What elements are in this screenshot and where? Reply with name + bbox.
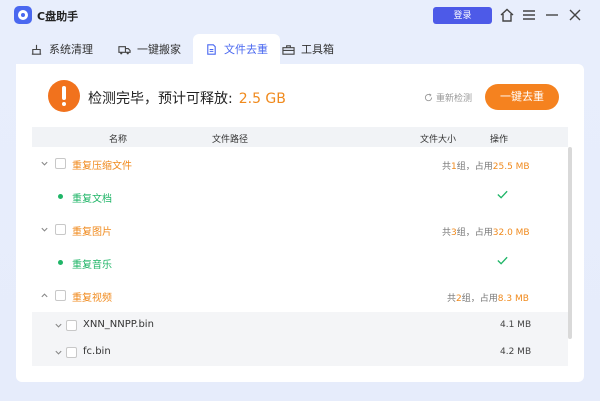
tab-label: 系统清理 [49, 43, 93, 56]
file-checkbox[interactable] [66, 347, 77, 358]
tab-label: 一键搬家 [137, 43, 181, 56]
clean-status-dot [58, 194, 63, 199]
group-row-compressed: 重复压缩文件 共1组，占用25.5 MB [32, 147, 568, 180]
home-icon[interactable] [498, 6, 516, 24]
minimize-icon[interactable] [543, 6, 561, 24]
chevron-down-icon[interactable] [40, 225, 49, 234]
file-name: fc.bin [83, 346, 111, 357]
group-name: 重复文档 [72, 194, 112, 205]
broom-icon [31, 44, 42, 55]
check-icon [496, 254, 509, 267]
app-logo-icon [14, 6, 32, 24]
tab-one-click-move[interactable]: 一键搬家 [118, 34, 181, 64]
table-header: 名称 文件路径 文件大小 操作 [32, 127, 568, 147]
tab-label: 工具箱 [301, 43, 334, 56]
refresh-icon [424, 93, 433, 102]
rescan-link[interactable]: 重新检测 [424, 91, 472, 104]
tab-toolbox[interactable]: 工具箱 [282, 34, 334, 64]
group-summary: 共2组，占用8.3 MB [447, 294, 529, 304]
group-row-videos: 重复视频 共2组，占用8.3 MB [32, 279, 568, 312]
group-name: 重复压缩文件 [72, 161, 132, 172]
file-size: 4.1 MB [500, 320, 532, 330]
group-checkbox[interactable] [55, 290, 66, 301]
group-checkbox[interactable] [55, 158, 66, 169]
group-name: 重复视频 [72, 293, 112, 304]
rescan-label: 重新检测 [436, 94, 473, 104]
chevron-up-icon[interactable] [40, 291, 49, 300]
group-summary: 共3组，占用32.0 MB [442, 228, 530, 238]
truck-icon [118, 45, 131, 54]
clean-status-dot [58, 260, 63, 265]
chevron-down-icon[interactable] [54, 348, 63, 357]
group-row-documents: 重复文档 [32, 180, 568, 213]
file-name: XNN_NNPP.bin [83, 319, 154, 330]
app-name: C盘助手 [37, 10, 79, 23]
group-row-images: 重复图片 共3组，占用32.0 MB [32, 213, 568, 246]
header-action: 操作 [490, 135, 509, 145]
tab-bar: 系统清理 一键搬家 文件去重 工具箱 [16, 34, 584, 64]
list-scrollbar[interactable] [568, 147, 572, 339]
group-name: 重复音乐 [72, 260, 112, 271]
warning-icon [48, 80, 80, 112]
title-bar: C盘助手 登录 [0, 0, 600, 32]
one-click-dedupe-button[interactable]: 一键去重 [485, 84, 559, 110]
scan-result-headline: 检测完毕，预计可释放: 2.5 GB [88, 88, 286, 108]
header-size: 文件大小 [420, 135, 457, 145]
toolbox-icon [282, 44, 295, 55]
header-path: 文件路径 [212, 135, 249, 145]
tab-label: 文件去重 [224, 43, 268, 56]
group-row-music: 重复音乐 [32, 246, 568, 279]
releasable-size: 2.5 GB [238, 91, 286, 107]
check-icon [496, 188, 509, 201]
file-size: 4.2 MB [500, 347, 532, 357]
close-icon[interactable] [566, 6, 584, 24]
file-row: fc.bin 4.2 MB [32, 339, 568, 366]
group-name: 重复图片 [72, 227, 112, 238]
tab-system-clean[interactable]: 系统清理 [30, 34, 93, 64]
group-checkbox[interactable] [55, 224, 66, 235]
scan-result-text: 检测完毕，预计可释放: [88, 91, 233, 107]
group-summary: 共1组，占用25.5 MB [442, 162, 530, 172]
header-name: 名称 [109, 135, 128, 145]
file-row: XNN_NNPP.bin 4.1 MB [32, 312, 568, 339]
file-checkbox[interactable] [66, 320, 77, 331]
chevron-down-icon[interactable] [40, 159, 49, 168]
login-button[interactable]: 登录 [433, 7, 492, 24]
dedupe-panel: 检测完毕，预计可释放: 2.5 GB 重新检测 一键去重 名称 文件路径 文件大小… [16, 64, 584, 382]
tab-file-dedupe[interactable]: 文件去重 [193, 34, 280, 64]
menu-icon[interactable] [520, 6, 538, 24]
file-copy-icon [207, 43, 216, 55]
chevron-down-icon[interactable] [54, 321, 63, 330]
